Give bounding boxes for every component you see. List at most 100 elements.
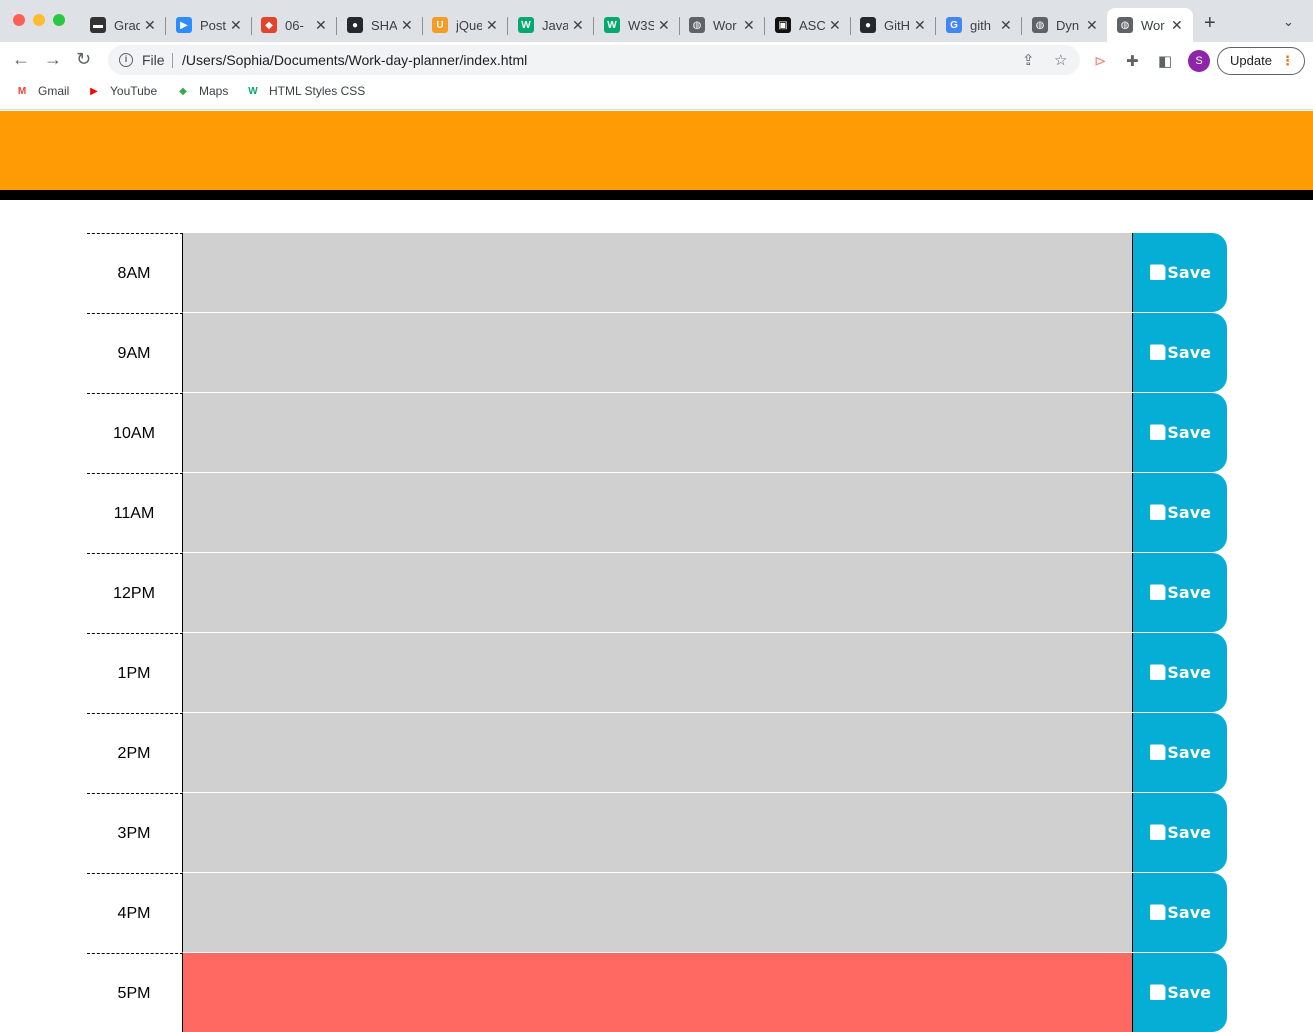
hour-label: 8AM xyxy=(117,264,151,282)
close-tab-icon[interactable]: ✕ xyxy=(1086,17,1098,34)
save-button[interactable]: 💾 Save xyxy=(1132,873,1227,952)
hour-label-cell: 5PM xyxy=(87,953,183,1032)
browser-tab-strip: ▬ Grad ✕ ▶ Post ✕ ◆ 06- ✕ ● SHA ✕ UjQue ✕ W Java ✕ W W3S ✕ ◍… xyxy=(0,0,1313,42)
event-textarea[interactable] xyxy=(182,633,1133,713)
bookmarks-bar: M Gmail ▶ YouTube ◆ Maps W HTML Styles CSS xyxy=(0,78,1313,110)
close-window-button[interactable] xyxy=(13,14,25,26)
browser-tab[interactable]: ▣ ASC ✕ xyxy=(765,8,851,42)
new-tab-button[interactable]: + xyxy=(1204,13,1216,33)
close-tab-icon[interactable]: ✕ xyxy=(829,17,841,34)
save-button-label: Save xyxy=(1167,823,1212,842)
save-button[interactable]: 💾 Save xyxy=(1132,953,1227,1032)
hour-label: 3PM xyxy=(117,824,151,842)
close-tab-icon[interactable]: ✕ xyxy=(144,17,156,34)
w3schools-icon: W xyxy=(248,85,258,97)
save-button[interactable]: 💾 Save xyxy=(1132,233,1227,312)
close-tab-icon[interactable]: ✕ xyxy=(315,17,327,34)
close-tab-icon[interactable]: ✕ xyxy=(572,17,584,34)
hour-label-cell: 9AM xyxy=(87,313,183,393)
planner-page: 8AM 💾 Save 9AM 💾 Save 10AM 💾 Save 11AM 💾 Save 12PM 💾 S… xyxy=(0,111,1313,1032)
save-button[interactable]: 💾 Save xyxy=(1132,793,1227,872)
close-tab-icon[interactable]: ✕ xyxy=(401,17,413,34)
close-tab-icon[interactable]: ✕ xyxy=(1171,17,1183,34)
browser-tab[interactable]: UjQue ✕ xyxy=(422,8,508,42)
save-button[interactable]: 💾 Save xyxy=(1132,553,1227,632)
github-icon: ● xyxy=(860,17,876,33)
time-block-row: 11AM 💾 Save xyxy=(87,473,1227,553)
save-button[interactable]: 💾 Save xyxy=(1132,713,1227,792)
close-tab-icon[interactable]: ✕ xyxy=(486,17,498,34)
side-panel-icon[interactable]: ◧ xyxy=(1158,52,1172,70)
save-button-label: Save xyxy=(1167,583,1212,602)
event-textarea[interactable] xyxy=(182,953,1133,1032)
close-tab-icon[interactable]: ✕ xyxy=(1000,17,1012,34)
profile-avatar[interactable]: S xyxy=(1188,50,1210,72)
browser-tab[interactable]: W W3S ✕ xyxy=(594,8,680,42)
save-button[interactable]: 💾 Save xyxy=(1132,633,1227,712)
close-tab-icon[interactable]: ✕ xyxy=(230,17,242,34)
close-tab-icon[interactable]: ✕ xyxy=(743,17,755,34)
event-textarea[interactable] xyxy=(182,793,1133,873)
time-block-row: 2PM 💾 Save xyxy=(87,713,1227,793)
bookmark-item[interactable]: ▶ YouTube xyxy=(86,84,157,98)
browser-tab[interactable]: ◍ Dyn ✕ xyxy=(1022,8,1108,42)
event-textarea[interactable] xyxy=(182,713,1133,793)
event-textarea[interactable] xyxy=(182,473,1133,553)
event-textarea[interactable] xyxy=(182,313,1133,393)
browser-tab[interactable]: ▬ Grad ✕ xyxy=(80,8,166,42)
url-text[interactable]: /Users/Sophia/Documents/Work-day-planner… xyxy=(182,52,527,68)
event-textarea[interactable] xyxy=(182,233,1133,313)
event-textarea[interactable] xyxy=(182,873,1133,953)
hour-label: 1PM xyxy=(117,664,151,682)
hour-label-cell: 2PM xyxy=(87,713,183,793)
w3schools-icon: W xyxy=(518,17,534,33)
browser-tab[interactable]: W Java ✕ xyxy=(508,8,594,42)
grades-favicon-icon: ▬ xyxy=(90,17,106,33)
share-icon[interactable]: ⇪ xyxy=(1022,51,1035,69)
hour-label: 10AM xyxy=(113,424,155,442)
back-arrow-icon[interactable]: ← xyxy=(12,49,30,69)
site-info-icon[interactable]: i xyxy=(119,53,133,67)
event-textarea[interactable] xyxy=(182,553,1133,633)
save-button-label: Save xyxy=(1167,343,1212,362)
browser-tab[interactable]: ◍ Wor ✕ xyxy=(679,8,765,42)
hour-label: 12PM xyxy=(113,584,155,602)
reload-icon[interactable]: ↻ xyxy=(76,49,91,69)
save-button[interactable]: 💾 Save xyxy=(1132,393,1227,472)
save-button-label: Save xyxy=(1167,743,1212,762)
floppy-disk-icon: 💾 xyxy=(1148,584,1167,601)
browser-tab[interactable]: ● GitH ✕ xyxy=(850,8,936,42)
globe-icon: ◍ xyxy=(689,17,705,33)
event-textarea[interactable] xyxy=(182,393,1133,473)
address-bar[interactable]: i File /Users/Sophia/Documents/Work-day-… xyxy=(108,45,1080,75)
time-block-row: 4PM 💾 Save xyxy=(87,873,1227,953)
extension-cast-icon[interactable]: ⊳ xyxy=(1094,52,1107,70)
minimize-window-button[interactable] xyxy=(33,14,45,26)
update-button-label: Update xyxy=(1230,53,1272,68)
browser-tab[interactable]: ▶ Post ✕ xyxy=(166,8,252,42)
bookmark-item[interactable]: W HTML Styles CSS xyxy=(245,84,365,98)
gitlab-icon: ◆ xyxy=(261,17,277,33)
maximize-window-button[interactable] xyxy=(53,14,65,26)
close-tab-icon[interactable]: ✕ xyxy=(914,17,926,34)
tab-title: Grad xyxy=(114,17,140,33)
ascii-favicon-icon: ▣ xyxy=(775,17,791,33)
browser-tab[interactable]: Ggith ✕ xyxy=(936,8,1022,42)
bookmark-item[interactable]: ◆ Maps xyxy=(175,84,228,98)
browser-tab[interactable]: ◍ Wor ✕ xyxy=(1107,8,1193,42)
extensions-puzzle-icon[interactable]: ✚ xyxy=(1126,52,1139,70)
bookmark-star-icon[interactable]: ☆ xyxy=(1054,51,1067,69)
browser-tab[interactable]: ◆ 06- ✕ xyxy=(251,8,337,42)
tab-title: W3S xyxy=(628,17,654,33)
save-button[interactable]: 💾 Save xyxy=(1132,473,1227,552)
time-block-row: 9AM 💾 Save xyxy=(87,313,1227,393)
time-block-row: 10AM 💾 Save xyxy=(87,393,1227,473)
youtube-icon: ▶ xyxy=(90,85,98,97)
close-tab-icon[interactable]: ✕ xyxy=(658,17,670,34)
browser-tab[interactable]: ● SHA ✕ xyxy=(337,8,423,42)
save-button[interactable]: 💾 Save xyxy=(1132,313,1227,392)
tab-search-chevron-icon[interactable]: ⌄ xyxy=(1283,14,1294,30)
forward-arrow-icon[interactable]: → xyxy=(44,49,62,69)
bookmark-item[interactable]: M Gmail xyxy=(14,84,70,98)
update-button[interactable]: Update ⋮ xyxy=(1217,47,1305,75)
